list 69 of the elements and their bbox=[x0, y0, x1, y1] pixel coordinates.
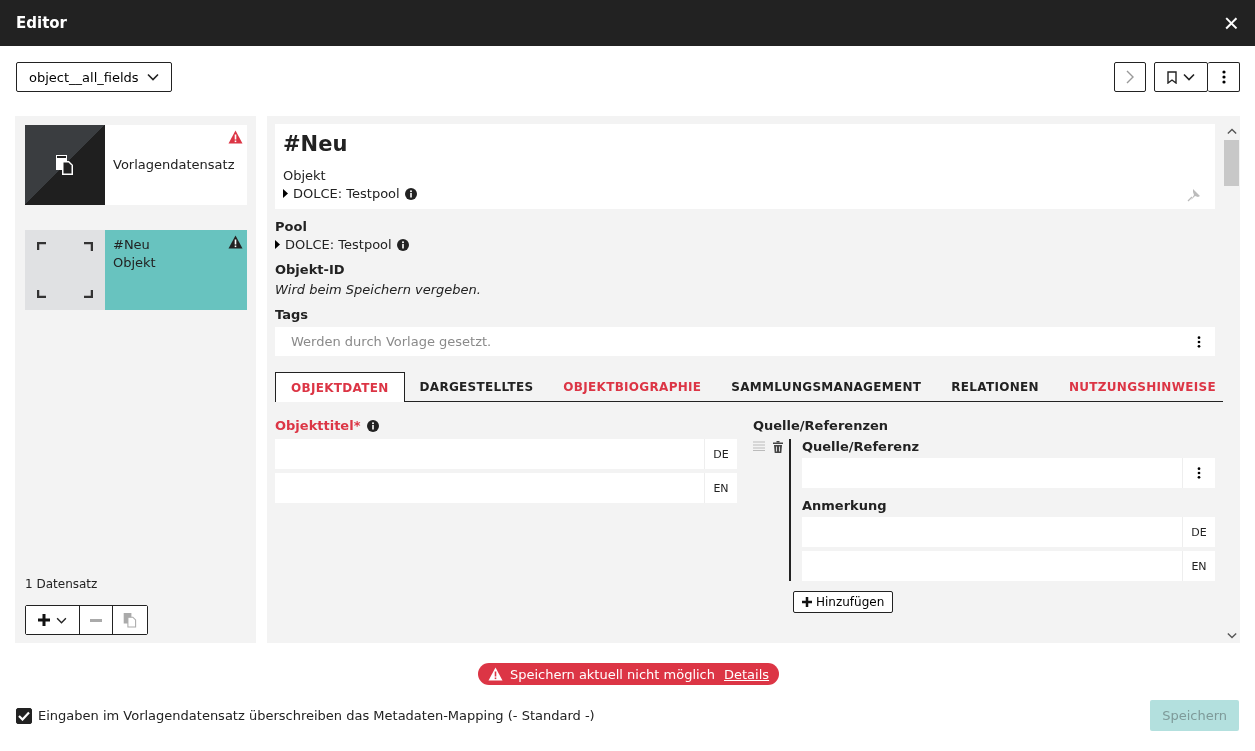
info-icon bbox=[367, 419, 380, 432]
more-icon[interactable] bbox=[1197, 335, 1201, 348]
record-title: #Neu bbox=[283, 132, 349, 156]
field-label: Objekt-ID bbox=[275, 262, 346, 277]
pool-name: DOLCE: Testpool bbox=[293, 186, 400, 201]
record-card[interactable]: Vorlagendatensatz bbox=[25, 125, 247, 205]
checkbox[interactable] bbox=[16, 707, 32, 724]
mask-dropdown[interactable]: object__all_fields bbox=[16, 62, 172, 92]
language-code: EN bbox=[704, 473, 737, 503]
field-label: Tags bbox=[275, 307, 309, 322]
record-label: Objekt bbox=[113, 254, 156, 272]
copy-icon bbox=[123, 612, 137, 628]
bookmark-icon bbox=[1167, 70, 1177, 84]
language-code: EN bbox=[1182, 551, 1215, 581]
record-type: Objekt bbox=[283, 168, 327, 183]
drag-handle-icon[interactable] bbox=[753, 441, 765, 451]
record-label: #Neu bbox=[113, 236, 151, 254]
record-count: 1 Datensatz bbox=[25, 577, 99, 591]
plus-icon bbox=[38, 614, 50, 626]
trash-icon[interactable] bbox=[773, 441, 783, 453]
tab[interactable]: SAMMLUNGSMANAGEMENT bbox=[716, 372, 937, 402]
info-icon bbox=[396, 238, 409, 251]
field-note: Wird beim Speichern vergeben. bbox=[275, 282, 482, 297]
next-button[interactable] bbox=[1114, 62, 1146, 92]
plus-icon bbox=[802, 597, 812, 607]
tab[interactable]: RELATIONEN bbox=[936, 372, 1054, 402]
more-button[interactable] bbox=[1208, 62, 1240, 92]
language-code: DE bbox=[704, 439, 737, 469]
field-label: Quelle/Referenzen bbox=[753, 418, 890, 433]
chevron-down-icon[interactable] bbox=[1226, 632, 1237, 639]
details-link[interactable]: Details bbox=[724, 666, 770, 682]
field-label: Anmerkung bbox=[802, 498, 888, 513]
caret-right-icon bbox=[283, 189, 288, 198]
title-input-field[interactable]: EN bbox=[275, 473, 737, 503]
note-input-field[interactable]: EN bbox=[802, 551, 1215, 581]
copy-button[interactable] bbox=[112, 606, 147, 634]
note-input-field[interactable]: DE bbox=[802, 517, 1215, 547]
tab[interactable]: DARGESTELLTES bbox=[404, 372, 549, 402]
scrollbar-thumb[interactable] bbox=[1224, 140, 1239, 186]
title-input-field[interactable]: DE bbox=[275, 439, 737, 469]
close-button[interactable]: × bbox=[1221, 10, 1241, 36]
caret-right-icon bbox=[275, 240, 280, 249]
copy-icon bbox=[55, 154, 75, 176]
reference-input-field[interactable] bbox=[802, 458, 1215, 488]
chevron-down-icon bbox=[146, 73, 159, 81]
more-icon bbox=[1221, 70, 1226, 84]
record-label: Vorlagendatensatz bbox=[113, 156, 235, 174]
language-code: DE bbox=[1182, 517, 1215, 547]
chevron-down-icon bbox=[56, 616, 67, 624]
tab[interactable]: OBJEKTBIOGRAPHIE bbox=[548, 372, 717, 402]
add-button[interactable]: Hinzufügen bbox=[793, 591, 894, 613]
option-label: Eingaben im Vorlagendatensatz überschreiben das Metadaten-Mapping (- Standard -) bbox=[38, 708, 595, 723]
warning-icon bbox=[487, 667, 503, 681]
record-card[interactable]: #Neu Objekt bbox=[25, 230, 247, 310]
frame-corners-icon bbox=[37, 242, 93, 298]
field-label: Quelle/Referenz bbox=[802, 439, 920, 454]
field-label: Pool bbox=[275, 219, 308, 234]
tab[interactable]: OBJEKTDATEN bbox=[275, 372, 405, 402]
bookmark-button[interactable] bbox=[1154, 62, 1208, 92]
chevron-down-icon bbox=[1183, 73, 1195, 81]
more-icon[interactable] bbox=[1197, 467, 1201, 479]
chevron-right-icon bbox=[1126, 70, 1134, 84]
field-label: Objekttitel* bbox=[275, 418, 361, 433]
error-message: Speichern aktuell nicht möglich bbox=[509, 666, 715, 682]
minus-icon bbox=[90, 618, 102, 622]
chevron-up-icon[interactable] bbox=[1226, 128, 1237, 135]
pool-name: DOLCE: Testpool bbox=[285, 237, 392, 252]
window-title: Editor bbox=[16, 14, 67, 32]
info-icon bbox=[404, 187, 417, 200]
